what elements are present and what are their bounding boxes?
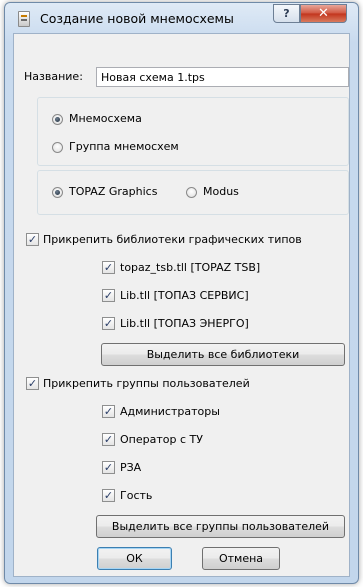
group-guest-label[interactable]: Гость [120, 489, 152, 502]
attach-libraries-checkbox[interactable]: ✓ [26, 233, 39, 246]
lib-topaz-tsb-checkbox[interactable]: ✓ [102, 261, 115, 274]
lib-topaz-energo-checkbox[interactable]: ✓ [102, 317, 115, 330]
dialog-window: Создание новой мнемосхемы ? ✕ Название: … [4, 2, 359, 584]
type-group: Мнемосхема Группа мнемосхем [37, 97, 349, 166]
help-button[interactable]: ? [273, 4, 300, 23]
lib-topaz-service-checkbox[interactable]: ✓ [102, 289, 115, 302]
radio-mnemo-group[interactable] [52, 142, 63, 153]
dialog-body: Название: Новая схема 1.tps Мнемосхема Г… [13, 33, 350, 577]
group-admins-label[interactable]: Администраторы [120, 405, 220, 418]
group-guest-checkbox[interactable]: ✓ [102, 489, 115, 502]
group-operator-checkbox[interactable]: ✓ [102, 433, 115, 446]
name-label: Название: [24, 70, 83, 83]
group-rza-label[interactable]: РЗА [120, 461, 141, 474]
lib-topaz-energo-label[interactable]: Lib.tll [ТОПАЗ ЭНЕРГО] [120, 317, 249, 330]
window-title: Создание новой мнемосхемы [40, 11, 234, 26]
group-rza-checkbox[interactable]: ✓ [102, 461, 115, 474]
radio-modus-label[interactable]: Modus [203, 185, 239, 198]
group-operator-label[interactable]: Оператор с ТУ [120, 433, 203, 446]
lib-topaz-service-label[interactable]: Lib.tll [ТОПАЗ СЕРВИС] [120, 289, 249, 302]
radio-mnemo-group-label[interactable]: Группа мнемосхем [69, 140, 179, 153]
radio-mnemo-label[interactable]: Мнемосхема [69, 112, 142, 125]
attach-libraries-label[interactable]: Прикрепить библиотеки графических типов [43, 233, 302, 246]
name-input[interactable]: Новая схема 1.tps [96, 67, 349, 87]
engine-group: TOPAZ Graphics Modus [37, 170, 349, 215]
ok-button[interactable]: ОК [97, 547, 172, 570]
select-all-libraries-button[interactable]: Выделить все библиотеки [101, 343, 345, 366]
group-admins-checkbox[interactable]: ✓ [102, 405, 115, 418]
radio-topaz-graphics-label[interactable]: TOPAZ Graphics [69, 185, 157, 198]
cancel-button[interactable]: Отмена [202, 547, 280, 570]
radio-modus[interactable] [186, 187, 197, 198]
title-bar[interactable]: Создание новой мнемосхемы ? ✕ [5, 3, 358, 33]
attach-user-groups-checkbox[interactable]: ✓ [26, 377, 39, 390]
select-all-groups-button[interactable]: Выделить все группы пользователей [96, 515, 345, 538]
radio-mnemo[interactable] [52, 114, 63, 125]
attach-user-groups-label[interactable]: Прикрепить группы пользователей [43, 377, 250, 390]
app-icon [18, 11, 30, 27]
lib-topaz-tsb-label[interactable]: topaz_tsb.tll [TOPAZ TSB] [120, 261, 260, 274]
radio-topaz-graphics[interactable] [52, 187, 63, 198]
close-button[interactable]: ✕ [300, 4, 347, 23]
